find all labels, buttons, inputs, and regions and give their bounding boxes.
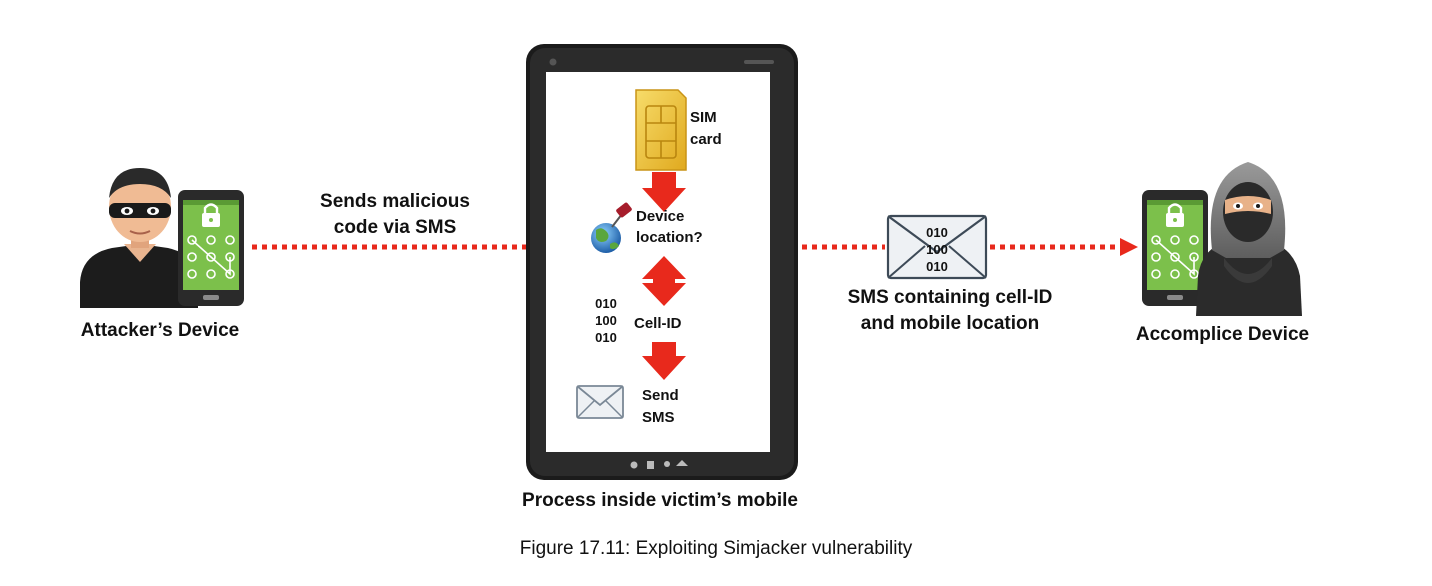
send-label-line1: Send — [642, 387, 679, 404]
send-label-line2: SMS — [642, 409, 675, 426]
location-label-line2: location? — [636, 229, 703, 246]
envelope-binary-row: 010 — [926, 225, 948, 240]
sends-label-line1: Sends malicious — [320, 191, 470, 212]
accomplice-label: Accomplice Device — [1135, 324, 1310, 345]
sim-label-line1: SIM — [690, 109, 717, 126]
envelope-icon — [576, 385, 624, 419]
phone-binary: 010 100 010 — [584, 295, 628, 346]
phone-binary-row: 010 — [595, 296, 617, 311]
accomplice-icon — [1196, 162, 1302, 316]
envelope-binary: 010 100 010 — [915, 224, 959, 275]
cellid-label: Cell-ID — [634, 315, 682, 332]
location-label-line1: Device — [636, 208, 685, 225]
process-label: Process inside victim’s mobile — [522, 490, 798, 511]
phone-binary-row: 100 — [595, 313, 617, 328]
sends-label-line2: code via SMS — [333, 217, 457, 238]
figure-caption: Figure 17.11: Exploiting Simjacker vulne… — [519, 538, 913, 559]
sms-label-line2: and mobile location — [860, 313, 1040, 334]
sim-label-line2: card — [690, 131, 722, 148]
attacker-label: Attacker’s Device — [80, 320, 240, 341]
sms-label-line1: SMS containing cell-ID — [847, 287, 1053, 308]
phone-binary-row: 010 — [595, 330, 617, 345]
smartphone-lock-icon — [178, 190, 244, 306]
sim-card-icon — [635, 89, 687, 171]
envelope-binary-row: 010 — [926, 259, 948, 274]
envelope-binary-row: 100 — [926, 242, 948, 257]
